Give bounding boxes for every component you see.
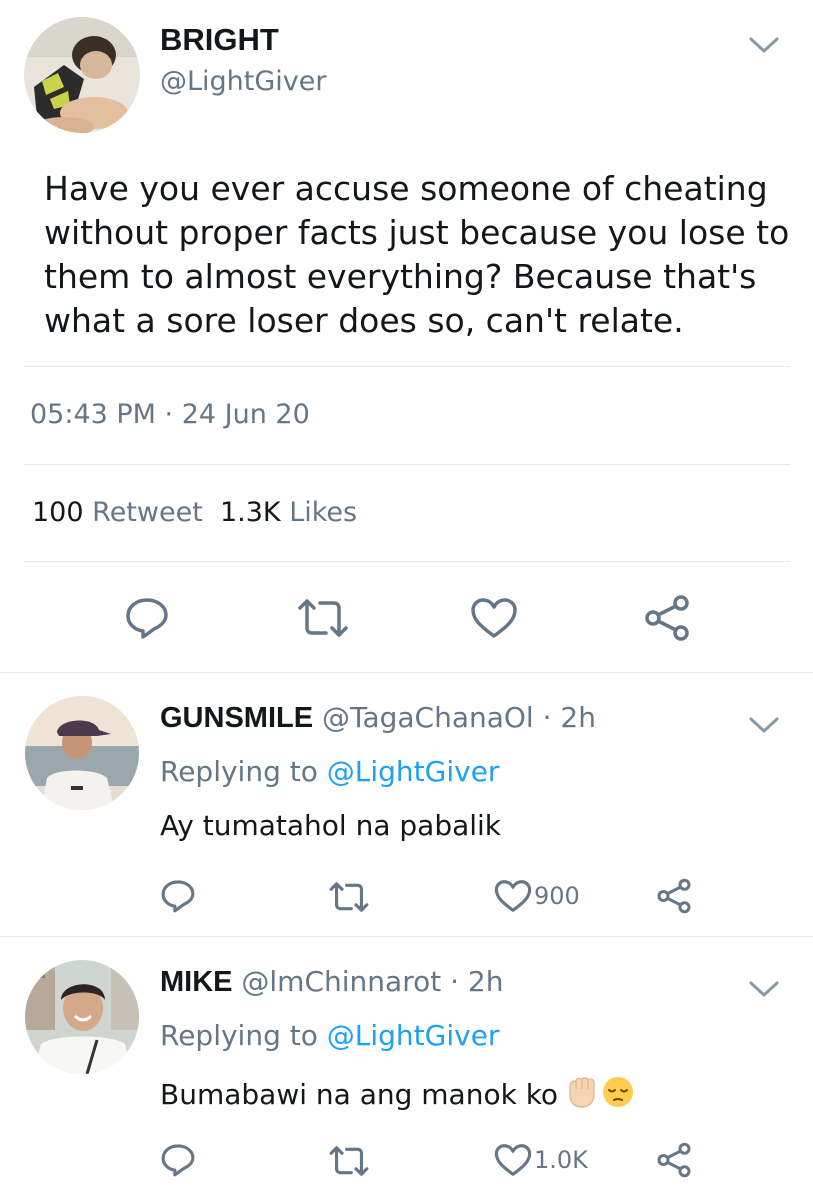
reply-icon — [161, 880, 195, 913]
main-tweet: BRIGHT @LightGiver Have you ever accuse … — [0, 0, 813, 672]
share-icon — [657, 1142, 691, 1178]
retweet-button[interactable] — [328, 881, 370, 913]
retweet-count[interactable]: 100 — [32, 497, 84, 528]
reply-icon — [126, 598, 168, 639]
like-icon — [494, 1144, 532, 1176]
replying-prefix: Replying to — [160, 755, 318, 788]
like-button[interactable]: 900 — [494, 879, 580, 913]
divider — [24, 366, 790, 367]
share-button[interactable] — [656, 878, 692, 914]
reply-text-content: Ay tumatahol na pabalik — [160, 809, 502, 842]
like-icon — [494, 880, 532, 912]
reply-button[interactable] — [124, 596, 170, 640]
pensive-face-emoji — [600, 1073, 636, 1116]
like-icon — [471, 598, 517, 638]
like-count: 1.0K — [534, 1146, 588, 1174]
raised-fist-emoji — [564, 1073, 600, 1116]
avatar[interactable] — [25, 696, 139, 810]
like-count: 900 — [534, 882, 580, 910]
replying-prefix: Replying to — [160, 1019, 318, 1052]
reply-text: Bumabawi na ang manok ko — [160, 1073, 636, 1116]
user-handle[interactable]: @LightGiver — [160, 66, 327, 97]
like-button[interactable]: 1.0K — [494, 1143, 588, 1177]
mention-link[interactable]: @LightGiver — [327, 755, 500, 788]
tweet-stats: 100 Retweet 1.3K Likes — [32, 497, 357, 528]
tweet-timestamp[interactable]: 05:43 PM · 24 Jun 20 — [30, 399, 310, 430]
share-icon — [657, 878, 691, 914]
reply-icon — [161, 1144, 195, 1177]
share-button[interactable] — [643, 594, 691, 642]
avatar[interactable] — [24, 17, 140, 133]
retweet-icon — [329, 1146, 369, 1176]
retweet-button[interactable] — [328, 1145, 370, 1177]
replying-to: Replying to @LightGiver — [160, 755, 499, 788]
chevron-down-icon[interactable] — [748, 715, 780, 735]
reply-header: GUNSMILE @TagaChanaOl · 2h — [160, 701, 596, 735]
reply-button[interactable] — [160, 878, 196, 914]
reply-tweet[interactable]: MIKE @lmChinnarot · 2h Replying to @Ligh… — [0, 937, 813, 1200]
mention-link[interactable]: @LightGiver — [327, 1019, 500, 1052]
handle-time[interactable]: @lmChinnarot · 2h — [241, 965, 503, 998]
reply-tweet[interactable]: GUNSMILE @TagaChanaOl · 2h Replying to @… — [0, 673, 813, 936]
chevron-down-icon[interactable] — [748, 35, 780, 55]
reply-button[interactable] — [160, 1142, 196, 1178]
divider — [24, 464, 790, 465]
like-button[interactable] — [470, 597, 518, 639]
divider — [24, 561, 790, 562]
retweet-label[interactable]: Retweet — [92, 497, 203, 528]
avatar[interactable] — [25, 960, 139, 1074]
likes-label[interactable]: Likes — [289, 497, 357, 528]
retweet-button[interactable] — [296, 598, 350, 638]
display-name[interactable]: GUNSMILE — [160, 702, 313, 734]
retweet-icon — [329, 882, 369, 912]
retweet-icon — [298, 599, 348, 637]
share-icon — [645, 595, 689, 641]
reply-text: Ay tumatahol na pabalik — [160, 809, 501, 842]
likes-count[interactable]: 1.3K — [220, 497, 281, 528]
replying-to: Replying to @LightGiver — [160, 1019, 499, 1052]
reply-text-content: Bumabawi na ang manok ko — [160, 1078, 559, 1111]
chevron-down-icon[interactable] — [748, 979, 780, 999]
tweet-text: Have you ever accuse someone of cheating… — [44, 169, 790, 340]
display-name[interactable]: MIKE — [160, 966, 233, 998]
reply-header: MIKE @lmChinnarot · 2h — [160, 965, 503, 999]
handle-time[interactable]: @TagaChanaOl · 2h — [322, 701, 596, 734]
display-name[interactable]: BRIGHT — [160, 22, 279, 58]
share-button[interactable] — [656, 1142, 692, 1178]
